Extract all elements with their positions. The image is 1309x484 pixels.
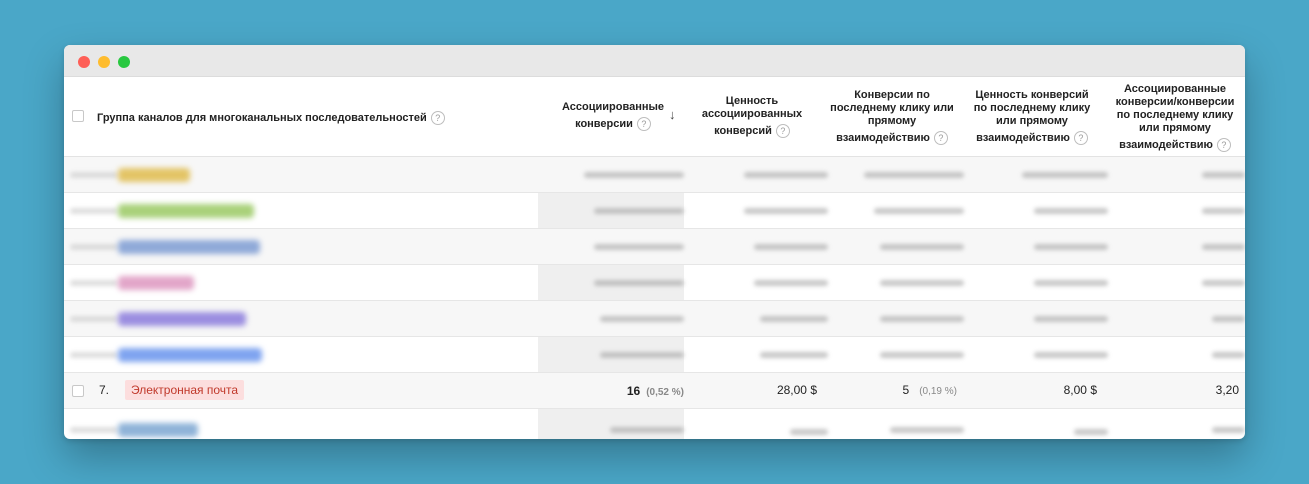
app-window: Группа каналов для многоканальных послед… bbox=[64, 45, 1245, 439]
channel-label-obscured bbox=[118, 348, 262, 362]
assisted-value-cell: 28,00 $ bbox=[776, 383, 817, 397]
last-click-value-cell: 8,00 $ bbox=[1063, 383, 1097, 397]
channel-label-obscured bbox=[118, 276, 194, 290]
select-all-checkbox[interactable] bbox=[72, 110, 84, 122]
header-channel-group[interactable]: Группа каналов для многоканальных послед… bbox=[97, 111, 445, 125]
channel-label-obscured bbox=[118, 423, 198, 437]
table-row-obscured[interactable] bbox=[64, 409, 1245, 439]
help-icon[interactable]: ? bbox=[636, 117, 651, 131]
sort-descending-icon[interactable]: ↓ bbox=[669, 107, 676, 122]
table-row-obscured[interactable] bbox=[64, 337, 1245, 373]
row-checkbox[interactable] bbox=[72, 385, 84, 397]
table-row-obscured[interactable] bbox=[64, 265, 1245, 301]
last-click-conversions-cell: 5 (0,19 %) bbox=[902, 383, 957, 397]
channel-label-obscured bbox=[118, 312, 246, 326]
header-assisted-conversions[interactable]: Ассоциированные конверсии? bbox=[538, 101, 684, 131]
maximize-window-button[interactable] bbox=[118, 56, 130, 68]
table-row-obscured[interactable] bbox=[64, 229, 1245, 265]
table-row-obscured[interactable] bbox=[64, 193, 1245, 229]
channel-label-obscured bbox=[118, 168, 190, 182]
assisted-conversions-cell: 16 (0,52 %) bbox=[626, 384, 684, 398]
ratio-cell: 3,20 bbox=[1215, 383, 1239, 397]
header-assisted-value[interactable]: Ценность ассоциированных конверсий? bbox=[690, 95, 814, 138]
help-icon[interactable]: ? bbox=[775, 124, 790, 138]
channel-label-obscured bbox=[118, 240, 260, 254]
channel-groups-table: Группа каналов для многоканальных послед… bbox=[64, 77, 1245, 439]
help-icon[interactable]: ? bbox=[430, 111, 445, 125]
header-last-click-value[interactable]: Ценность конверсий по последнему клику и… bbox=[966, 89, 1098, 145]
table-row-obscured[interactable] bbox=[64, 301, 1245, 337]
table-header: Группа каналов для многоканальных послед… bbox=[64, 77, 1245, 157]
table-row-obscured[interactable] bbox=[64, 157, 1245, 193]
channel-label-obscured bbox=[118, 204, 254, 218]
minimize-window-button[interactable] bbox=[98, 56, 110, 68]
help-icon[interactable]: ? bbox=[1216, 138, 1231, 152]
table-row-email[interactable]: 7. Электронная почта 16 (0,52 %) 28,00 $ … bbox=[64, 373, 1245, 409]
row-index: 7. bbox=[99, 383, 110, 397]
channel-label-email[interactable]: Электронная почта bbox=[125, 380, 245, 400]
window-titlebar bbox=[64, 45, 1245, 77]
close-window-button[interactable] bbox=[78, 56, 90, 68]
help-icon[interactable]: ? bbox=[933, 131, 948, 145]
header-last-click-conversions[interactable]: Конверсии по последнему клику или прямом… bbox=[822, 89, 962, 145]
header-assisted-last-click-ratio[interactable]: Ассоциированные конверсии/конверсии по п… bbox=[1108, 83, 1242, 152]
help-icon[interactable]: ? bbox=[1073, 131, 1088, 145]
